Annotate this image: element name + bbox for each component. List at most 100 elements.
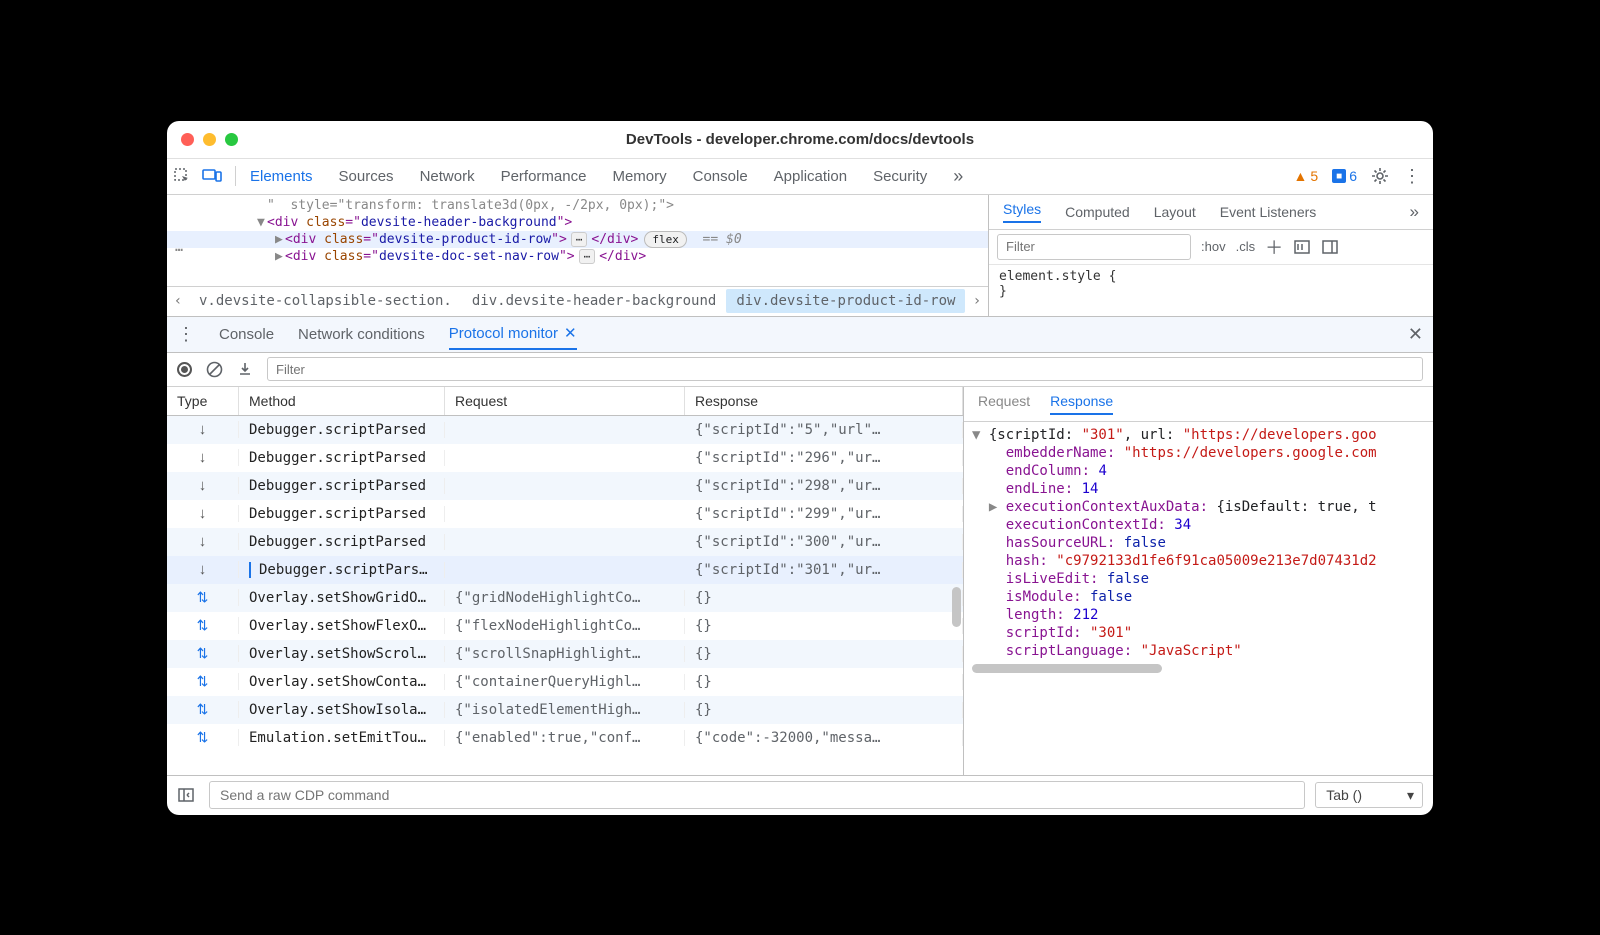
col-response[interactable]: Response [685,387,963,415]
cls-toggle[interactable]: .cls [1236,239,1256,254]
gutter-overflow-icon[interactable]: ⋯ [175,243,185,258]
arrow-down-icon: ↓ [167,421,239,438]
method-cell: Debugger.scriptParsed [239,422,445,438]
tab-event-listeners[interactable]: Event Listeners [1220,204,1317,220]
table-row[interactable]: ↓Debugger.scriptParsed{"scriptId":"5","u… [167,416,963,444]
table-row[interactable]: ⇅Overlay.setShowFlexO…{"flexNodeHighligh… [167,612,963,640]
dom-line[interactable]: ▶<div class="devsite-doc-set-nav-row">⋯<… [167,248,988,265]
tab-request[interactable]: Request [978,393,1030,415]
arrow-down-icon: ↓ [167,505,239,522]
ellipsis-icon[interactable]: ⋯ [571,232,588,247]
drawer-kebab-icon[interactable]: ⋮ [177,324,195,345]
warnings-badge[interactable]: ▲5 [1294,168,1319,184]
table-row[interactable]: ⇅Overlay.setShowIsolat…{"isolatedElement… [167,696,963,724]
response-cell: {"scriptId":"296","ur… [685,450,963,466]
close-tab-icon[interactable]: ✕ [564,324,577,342]
flex-badge[interactable]: flex [644,231,687,248]
settings-icon[interactable] [1371,167,1389,185]
crumb-scroll-right-icon[interactable]: › [966,293,988,309]
table-row[interactable]: ⇅Overlay.setShowConta…{"containerQueryHi… [167,668,963,696]
json-number: 4 [1090,463,1107,479]
request-cell: {"enabled":true,"conf… [445,730,685,746]
breadcrumb-selected[interactable]: div.devsite-product-id-row [726,289,965,313]
dom-line[interactable]: " style="transform: translate3d(0px, -/2… [167,197,988,214]
tab-elements[interactable]: Elements [250,168,313,185]
method-cell: Debugger.scriptParsed [239,450,445,466]
cdp-hint-button[interactable]: Tab ()▾ [1315,782,1423,808]
close-window-button[interactable] [181,133,194,146]
table-row[interactable]: ⇅Emulation.setEmitTouc…{"enabled":true,"… [167,724,963,752]
breadcrumb[interactable]: div.devsite-header-background [462,289,726,313]
main-split: ⋯ " style="transform: translate3d(0px, -… [167,195,1433,317]
table-row[interactable]: ↓Debugger.scriptParsed{"scriptId":"298",… [167,472,963,500]
method-cell: Debugger.scriptParsed [239,506,445,522]
drawer-tab-console[interactable]: Console [219,326,274,343]
ellipsis-icon[interactable]: ⋯ [579,249,596,264]
col-type[interactable]: Type [167,387,239,415]
tab-security[interactable]: Security [873,168,927,185]
arrow-down-icon: ↓ [167,533,239,550]
tab-styles[interactable]: Styles [1003,201,1041,223]
json-key: scriptId: [1006,625,1082,641]
dom-line[interactable]: ▼<div class="devsite-header-background"> [167,214,988,231]
table-row[interactable]: ↓Debugger.scriptParsed{"scriptId":"299",… [167,500,963,528]
table-row[interactable]: ↓Debugger.scriptParsed{"scriptId":"296",… [167,444,963,472]
tabs-overflow-icon[interactable]: » [953,166,963,187]
col-method[interactable]: Method [239,387,445,415]
col-request[interactable]: Request [445,387,685,415]
toolbar-right: ▲5 ■6 ⋮ [1294,166,1433,187]
crumb-scroll-left-icon[interactable]: ‹ [167,293,189,309]
tab-performance[interactable]: Performance [501,168,587,185]
h-scrollbar-thumb[interactable] [972,664,1162,673]
issues-badge[interactable]: ■6 [1332,168,1357,184]
protocol-toolbar [167,353,1433,387]
table-row[interactable]: ⇅Overlay.setShowGridO…{"gridNodeHighligh… [167,584,963,612]
inspect-icon[interactable] [167,167,197,185]
record-button[interactable] [177,362,192,377]
arrow-both-icon: ⇅ [167,729,239,746]
drawer-tab-label: Protocol monitor [449,325,558,342]
cdp-command-input[interactable] [209,781,1305,809]
elements-dom-tree[interactable]: ⋯ " style="transform: translate3d(0px, -… [167,195,988,316]
new-style-rule-icon[interactable]: ＋ [1265,234,1283,260]
cdp-hint-label: Tab () [1326,787,1362,803]
tab-memory[interactable]: Memory [612,168,666,185]
response-cell: {} [685,590,963,606]
zoom-window-button[interactable] [225,133,238,146]
device-mode-icon[interactable] [197,168,227,184]
attr-name: class [306,215,345,230]
styles-tabs-overflow-icon[interactable]: » [1410,202,1419,222]
styles-filter-input[interactable] [997,234,1191,260]
arrow-down-icon: ↓ [167,561,239,578]
toggle-sidebar-icon[interactable] [1321,239,1339,255]
drawer-close-icon[interactable]: ✕ [1408,324,1423,345]
breadcrumb[interactable]: v.devsite-collapsible-section. [189,289,462,313]
protocol-filter-input[interactable] [267,357,1423,381]
download-icon[interactable] [237,361,253,377]
table-row[interactable]: ↓Debugger.scriptParsed{"scriptId":"300",… [167,528,963,556]
hov-toggle[interactable]: :hov [1201,239,1226,254]
tab-layout[interactable]: Layout [1154,204,1196,220]
dom-line-selected[interactable]: ▶<div class="devsite-product-id-row">⋯</… [167,231,988,248]
response-cell: {"scriptId":"298","ur… [685,478,963,494]
tab-computed[interactable]: Computed [1065,204,1130,220]
tab-network[interactable]: Network [420,168,475,185]
minimize-window-button[interactable] [203,133,216,146]
drawer-tab-protocol-monitor[interactable]: Protocol monitor ✕ [449,318,577,350]
kebab-icon[interactable]: ⋮ [1403,166,1421,187]
table-row[interactable]: ⇅Overlay.setShowScroll…{"scrollSnapHighl… [167,640,963,668]
styles-body[interactable]: element.style { } [989,265,1433,303]
toggle-editor-icon[interactable] [177,787,199,803]
clear-icon[interactable] [206,361,223,378]
attr-value: devsite-doc-set-nav-row [379,249,559,264]
table-row[interactable]: ↓Debugger.scriptParsed{"scriptId":"301",… [167,556,963,584]
tab-console[interactable]: Console [693,168,748,185]
scrollbar-thumb[interactable] [952,587,961,627]
tab-sources[interactable]: Sources [339,168,394,185]
request-cell: {"flexNodeHighlightCo… [445,618,685,634]
tab-response[interactable]: Response [1050,393,1113,415]
response-body[interactable]: ▼ {scriptId: "301", url: "https://develo… [964,422,1433,775]
tab-application[interactable]: Application [774,168,847,185]
drawer-tab-network-conditions[interactable]: Network conditions [298,326,425,343]
computed-styles-icon[interactable] [1293,239,1311,255]
